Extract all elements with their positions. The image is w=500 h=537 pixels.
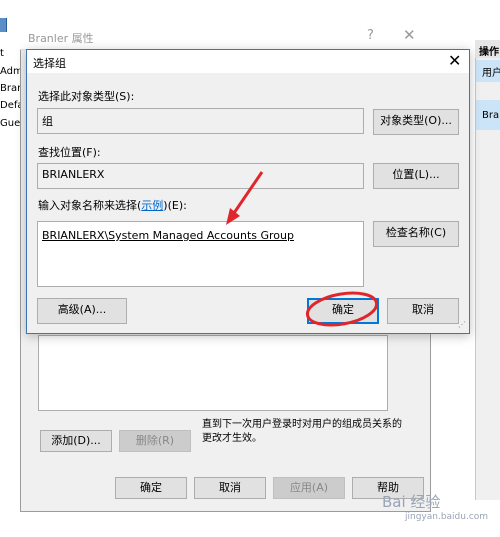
watermark-url: jingyan.baidu.com (405, 512, 489, 522)
baidu-jingyan-watermark: Bai 经验 (382, 493, 441, 511)
red-arrow-icon (230, 171, 264, 217)
annotation-layer (226, 171, 379, 327)
red-circle-icon (305, 291, 379, 327)
red-arrowhead-icon (226, 208, 240, 225)
